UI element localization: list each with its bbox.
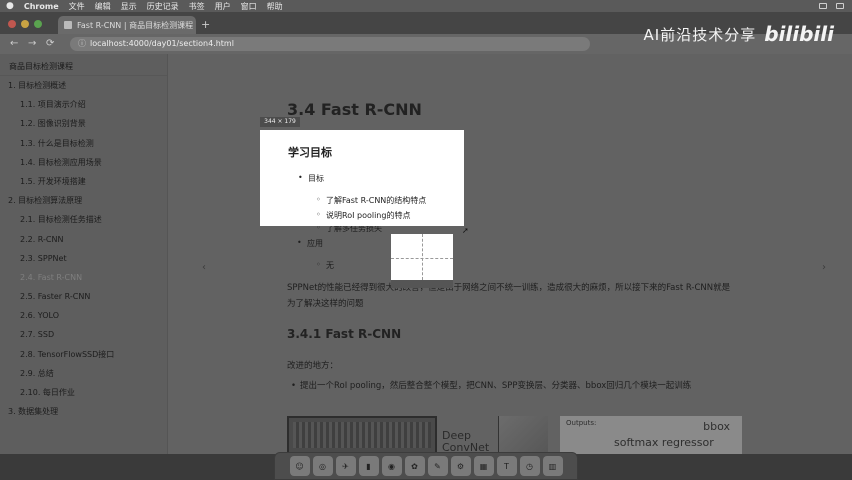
url-text: localhost:4000/day01/section4.html [90,39,234,48]
close-window-icon[interactable] [8,20,16,28]
wifi-icon[interactable] [819,3,827,9]
figure-softmax-regressor-label: softmax regressor [614,436,714,449]
menubar-item-bookmarks[interactable]: 书签 [189,1,205,12]
maximize-window-icon[interactable] [34,20,42,28]
sidebar-item[interactable]: 2.5. Faster R-CNN [0,287,167,306]
sidebar-item[interactable]: 2.2. R-CNN [0,230,167,249]
prev-page-icon[interactable]: ‹ [202,262,206,273]
menubar-item-window[interactable]: 窗口 [241,1,257,12]
figure-outputs-label: Outputs: [566,419,597,427]
sidebar-item-active[interactable]: 2.4. Fast R-CNN [0,268,167,287]
sidebar-item[interactable]: 1. 目标检测概述 [0,76,167,95]
menubar-item-history[interactable]: 历史记录 [147,1,179,12]
chrome-icon[interactable]: ◉ [381,456,402,476]
improvement-label: 改进的地方： [287,361,339,371]
watermark-text: AI前沿技术分享 [643,25,757,44]
sidebar-item[interactable]: 1.1. 项目演示介绍 [0,95,167,114]
menubar-item-people[interactable]: 用户 [215,1,231,12]
menubar-item-view[interactable]: 显示 [121,1,137,12]
figure-outputs: Outputs: bbox softmax regressor [560,416,742,454]
apple-icon[interactable]: ● [6,1,14,11]
finder-icon[interactable]: ☺ [289,456,310,476]
system-menubar: ● Chrome 文件 编辑 显示 历史记录 书签 用户 窗口 帮助 [0,0,852,12]
menubar-app-name[interactable]: Chrome [24,2,59,11]
browser-tab[interactable]: Fast R-CNN | 商品目标检测课程 × [58,16,196,34]
battery-icon[interactable] [836,3,844,9]
section-heading: 3.4.1 Fast R-CNN [287,327,402,341]
launchpad-icon[interactable]: ✈ [335,456,356,476]
notes-icon[interactable]: ✎ [427,456,448,476]
terminal-icon[interactable]: ▮ [358,456,379,476]
favicon-icon [64,21,72,29]
goal-item: 了解Fast R-CNN的结构特点 [316,195,426,206]
figure-bbox-label: bbox [703,420,730,433]
sidebar-title[interactable]: 商品目标检测课程 [0,54,167,76]
back-icon[interactable]: ← [10,38,18,49]
intro-paragraph: SPPNet的性能已经得到很大的改善，但是由于网络之间不统一训练，造成很大的麻烦… [287,283,731,309]
clock-icon[interactable]: ◷ [519,456,540,476]
sidebar-item[interactable]: 1.3. 什么是目标检测 [0,134,167,153]
settings-icon[interactable]: ⚙ [450,456,471,476]
page-title: 3.4 Fast R-CNN [287,100,422,119]
reload-icon[interactable]: ⟳ [46,38,54,49]
sidebar-item[interactable]: 2. 目标检测算法原理 [0,191,167,210]
safari-icon[interactable]: ◎ [312,456,333,476]
apply-item: 无 [316,260,334,271]
apply-label: 应用 [297,238,323,249]
new-tab-button[interactable]: + [201,18,210,31]
sidebar-item[interactable]: 2.3. SPPNet [0,249,167,268]
status-icons [819,3,852,9]
screenshot-selection-box[interactable] [391,234,453,288]
sidebar-item[interactable]: 1.2. 图像识别背景 [0,114,167,133]
sidebar-item[interactable]: 2.1. 目标检测任务描述 [0,210,167,229]
trash-icon[interactable]: ▥ [542,456,563,476]
selection-size-tooltip: 344 × 179 [260,117,300,127]
calendar-icon[interactable]: ▦ [473,456,494,476]
sidebar-item[interactable]: 2.9. 总结 [0,364,167,383]
selection-caption [391,280,453,288]
photos-icon[interactable]: ✿ [404,456,425,476]
goal-label: 目标 [298,173,324,184]
sidebar-item[interactable]: 2.8. TensorFlowSSD接口 [0,345,167,364]
sidebar-item[interactable]: 1.5. 开发环境搭建 [0,172,167,191]
forward-icon[interactable]: → [28,38,36,49]
menubar-item-help[interactable]: 帮助 [267,1,283,12]
bilibili-logo: bilibili [764,22,834,46]
menubar-item-edit[interactable]: 编辑 [95,1,111,12]
dock: ☺ ◎ ✈ ▮ ◉ ✿ ✎ ⚙ ▦ T ◷ ▥ [274,452,578,480]
figure-feature-map [498,416,548,454]
minimize-window-icon[interactable] [21,20,29,28]
sidebar-item[interactable]: 2.7. SSD [0,325,167,344]
sidebar-item[interactable]: 3. 数据集处理 [0,402,167,421]
sidebar-item[interactable]: 2.10. 每日作业 [0,383,167,402]
sidebar-item[interactable]: 2.6. YOLO [0,306,167,325]
info-icon[interactable]: ⓘ [78,39,86,48]
sidebar: 商品目标检测课程 1. 目标检测概述 1.1. 项目演示介绍 1.2. 图像识别… [0,54,168,454]
textedit-icon[interactable]: T [496,456,517,476]
window-controls [8,20,42,28]
tab-title: Fast R-CNN | 商品目标检测课程 [77,20,194,30]
video-watermark: AI前沿技术分享 bilibili [644,22,834,46]
menubar-item-file[interactable]: 文件 [69,1,85,12]
improvement-item: 提出一个RoI pooling，然后整合整个模型，把CNN、SPP变换层、分类器… [291,379,740,394]
mouse-cursor-icon: ➚ [462,226,469,235]
main-content: ‹ › 3.4 Fast R-CNN SPPNet的性能已经得到很大的改善，但是… [168,54,852,454]
learning-objectives-card: 学习目标 目标 了解Fast R-CNN的结构特点 说明RoI pooling的… [260,130,464,226]
card-title: 学习目标 [288,146,332,159]
address-bar[interactable]: ⓘ localhost:4000/day01/section4.html [70,37,590,51]
goal-item: 说明RoI pooling的特点 [316,210,411,221]
figure-convnet-label: Deep ConvNet [442,429,490,454]
figure-input-image [287,416,437,454]
sidebar-item[interactable]: 1.4. 目标检测应用场景 [0,153,167,172]
next-page-icon[interactable]: › [822,262,826,273]
